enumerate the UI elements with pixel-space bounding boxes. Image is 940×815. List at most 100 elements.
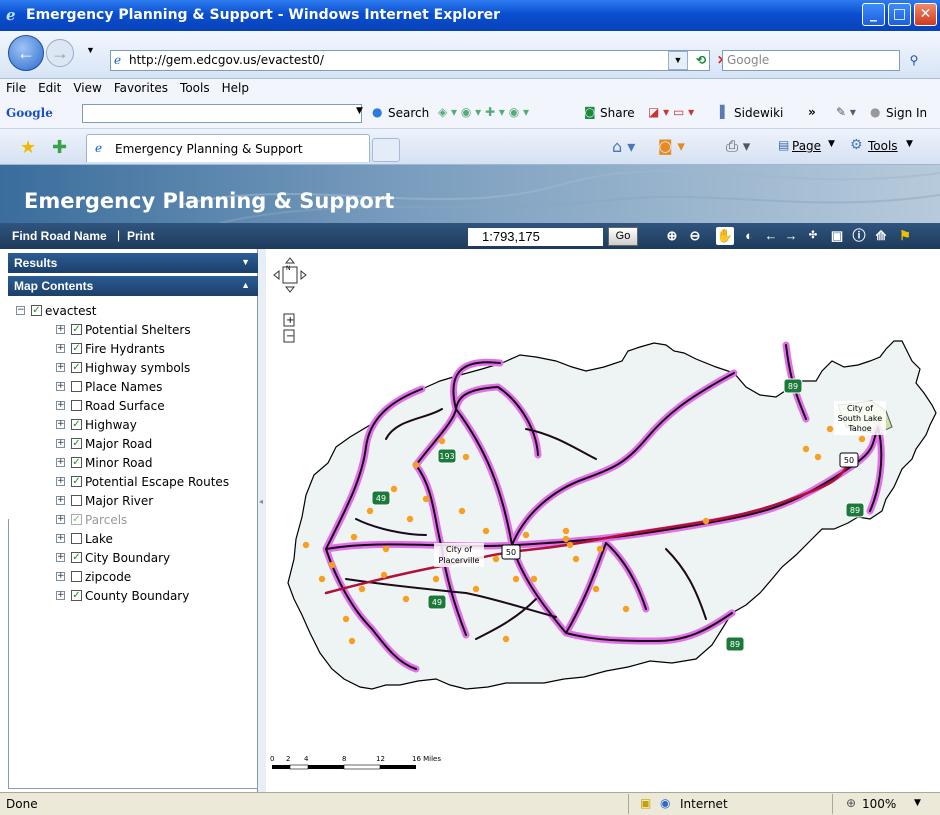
highway-shield-50[interactable]: 50 xyxy=(501,544,521,560)
page-menu[interactable]: Page xyxy=(792,139,821,153)
fire-hydrant-marker[interactable] xyxy=(492,555,500,563)
search-icon[interactable]: ⚲ xyxy=(902,51,926,70)
scale-input[interactable]: 1:793,175 xyxy=(468,228,603,246)
menu-edit[interactable]: Edit xyxy=(32,79,67,97)
expand-icon[interactable]: + xyxy=(56,439,65,448)
window-title-bar[interactable]: ℯ Emergency Planning & Support - Windows… xyxy=(0,0,940,31)
layer-checkbox[interactable]: ✓ xyxy=(71,419,82,430)
layer-checkbox[interactable] xyxy=(71,400,82,411)
fire-hydrant-marker[interactable] xyxy=(596,545,604,553)
sidewiki-button[interactable]: Sidewiki xyxy=(734,106,783,120)
menu-help[interactable]: Help xyxy=(216,79,255,97)
fire-hydrant-marker[interactable] xyxy=(826,425,834,433)
fire-hydrant-marker[interactable] xyxy=(350,533,358,541)
highway-shield-49b[interactable]: 49 xyxy=(427,594,447,610)
measure-icon[interactable]: ⟰ xyxy=(872,227,890,245)
menu-view[interactable]: View xyxy=(67,79,107,97)
fire-hydrant-marker[interactable] xyxy=(382,545,390,553)
zoom-out-icon[interactable]: ⊖ xyxy=(686,227,704,245)
fire-hydrant-marker[interactable] xyxy=(566,541,574,549)
pan-hand-icon[interactable]: ✋ xyxy=(716,227,734,245)
fire-hydrant-marker[interactable] xyxy=(562,527,570,535)
zoom-in-icon[interactable]: ⊕ xyxy=(663,227,681,245)
google-search-button[interactable]: Search xyxy=(388,106,429,120)
results-collapse-icon[interactable]: ▼ xyxy=(241,257,250,267)
xy-coordinate-icon[interactable]: ✣ xyxy=(804,227,822,245)
expand-icon[interactable]: + xyxy=(56,401,65,410)
tab-emergency-planning[interactable]: ℯ Emergency Planning & Support xyxy=(86,134,370,162)
blogger-icon[interactable]: ◪ ▾ ▭ ▾ xyxy=(648,105,694,119)
fire-hydrant-marker[interactable] xyxy=(462,453,470,461)
fire-hydrant-marker[interactable] xyxy=(592,585,600,593)
fire-hydrant-marker[interactable] xyxy=(342,615,350,623)
expand-icon[interactable]: + xyxy=(56,420,65,429)
menu-favorites[interactable]: Favorites xyxy=(108,79,174,97)
fire-hydrant-marker[interactable] xyxy=(802,445,810,453)
address-input[interactable]: ℯ http://gem.edcgov.us/evactest0/ xyxy=(110,50,710,71)
go-button[interactable]: Go xyxy=(608,227,638,246)
highway-shield-193[interactable]: 193 xyxy=(437,448,457,464)
identify-icon[interactable]: ⓘ xyxy=(850,227,868,245)
fire-hydrant-marker[interactable] xyxy=(458,507,466,515)
query-icon[interactable]: ⚑ xyxy=(896,227,914,245)
add-favorite-icon[interactable]: ✚ xyxy=(52,137,67,158)
layer-checkbox[interactable] xyxy=(71,495,82,506)
fire-hydrant-marker[interactable] xyxy=(702,517,710,525)
highway-shield-49[interactable]: 49 xyxy=(371,490,391,506)
fire-hydrant-marker[interactable] xyxy=(432,575,440,583)
results-panel-header[interactable]: Results ▼ xyxy=(8,253,258,273)
back-button[interactable]: ← xyxy=(8,35,44,71)
fire-hydrant-marker[interactable] xyxy=(422,495,430,503)
fire-hydrant-marker[interactable] xyxy=(522,531,530,539)
expand-icon[interactable]: + xyxy=(56,325,65,334)
full-extent-icon[interactable]: ◐ xyxy=(740,227,758,245)
expand-icon[interactable]: + xyxy=(56,344,65,353)
zone-label[interactable]: Internet xyxy=(680,797,728,811)
fire-hydrant-marker[interactable] xyxy=(402,595,410,603)
google-dropdown-icon[interactable]: ▼ xyxy=(356,106,363,116)
find-road-link[interactable]: Find Road Name xyxy=(12,229,107,243)
layer-checkbox[interactable]: ✓ xyxy=(71,324,82,335)
fire-hydrant-marker[interactable] xyxy=(318,575,326,583)
fire-hydrant-marker[interactable] xyxy=(814,453,822,461)
home-icon[interactable]: ⌂ ▾ xyxy=(612,137,635,156)
fire-hydrant-marker[interactable] xyxy=(390,485,398,493)
collapse-icon[interactable]: − xyxy=(16,306,25,315)
wrench-icon[interactable]: ✎ ▾ xyxy=(836,105,856,119)
highway-shield-89b[interactable]: 89 xyxy=(783,378,803,394)
favorites-star-icon[interactable]: ★ xyxy=(20,137,36,158)
highway-shield-89c[interactable]: 89 xyxy=(845,502,865,518)
signin-button[interactable]: Sign In xyxy=(886,106,927,120)
fire-hydrant-marker[interactable] xyxy=(562,535,570,543)
map-contents-panel-header[interactable]: Map Contents ▲ xyxy=(8,276,258,296)
layer-checkbox[interactable]: ✓ xyxy=(71,343,82,354)
minimize-button[interactable]: _ xyxy=(862,3,885,26)
google-search-input[interactable] xyxy=(82,104,362,123)
fire-hydrant-marker[interactable] xyxy=(530,575,538,583)
history-dropdown-icon[interactable]: ▼ xyxy=(86,45,95,55)
fire-hydrant-marker[interactable] xyxy=(380,571,388,579)
toolbar-tools-icons[interactable]: ◈ ▾ ◉ ▾ ✚ ▾ ◉ ▾ xyxy=(438,105,529,119)
expand-icon[interactable]: + xyxy=(56,363,65,372)
map-view[interactable]: N + − 193 49 50 49 89 89 50 89 City of P… xyxy=(266,249,940,792)
layer-checkbox[interactable]: ✓ xyxy=(71,457,82,468)
layer-checkbox[interactable]: ✓ xyxy=(71,362,82,373)
back-extent-icon[interactable]: ← xyxy=(762,227,780,245)
layer-checkbox[interactable]: ✓ xyxy=(71,476,82,487)
feeds-icon[interactable]: ◙ ▾ xyxy=(658,137,685,155)
select-icon[interactable]: ▣ xyxy=(828,227,846,245)
zoom-dropdown-icon[interactable]: ▼ xyxy=(914,798,921,808)
fire-hydrant-marker[interactable] xyxy=(348,637,356,645)
fire-hydrant-marker[interactable] xyxy=(482,527,490,535)
print-link[interactable]: Print xyxy=(127,229,154,243)
pan-control[interactable]: N xyxy=(273,257,307,293)
map-canvas[interactable]: N + − 193 49 50 49 89 89 50 89 City of P… xyxy=(266,249,940,792)
fire-hydrant-marker[interactable] xyxy=(472,585,480,593)
fire-hydrant-marker[interactable] xyxy=(302,541,310,549)
forward-extent-icon[interactable]: → xyxy=(782,227,800,245)
refresh-icon[interactable]: ⟲ xyxy=(690,51,712,70)
highway-shield-89[interactable]: 89 xyxy=(725,636,745,652)
fire-hydrant-marker[interactable] xyxy=(406,515,414,523)
fire-hydrant-marker[interactable] xyxy=(366,507,374,515)
forward-button[interactable]: → xyxy=(46,39,74,67)
